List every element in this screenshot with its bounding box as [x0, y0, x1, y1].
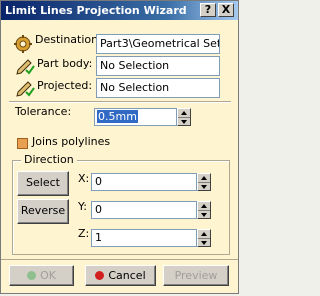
reverse-button[interactable]: Reverse	[17, 199, 69, 224]
spin-up-icon[interactable]	[198, 230, 210, 238]
destination-field[interactable]: Part3\Geometrical Set.1	[96, 34, 220, 54]
tolerance-input[interactable]: 0.5mm	[94, 108, 177, 126]
part-body-field[interactable]: No Selection	[96, 56, 220, 76]
cancel-button-label: Cancel	[108, 269, 146, 282]
part-body-pencil-icon	[15, 55, 35, 75]
tolerance-label: Tolerance:	[15, 105, 72, 118]
projected-label: Projected:	[37, 79, 93, 92]
projected-field[interactable]: No Selection	[96, 78, 220, 98]
projected-pencil-icon	[15, 77, 35, 97]
z-input[interactable]: 1	[91, 229, 197, 247]
close-button[interactable]: X	[218, 3, 234, 17]
joins-polylines-checkbox[interactable]	[17, 138, 28, 149]
x-input[interactable]: 0	[91, 173, 197, 191]
separator	[9, 101, 231, 103]
x-label: X:	[78, 172, 90, 185]
joins-polylines-label: Joins polylines	[32, 135, 111, 148]
tolerance-value: 0.5mm	[97, 110, 138, 123]
select-button[interactable]: Select	[17, 171, 69, 196]
help-button[interactable]: ?	[200, 3, 216, 17]
y-label: Y:	[78, 200, 87, 213]
x-spinner[interactable]	[197, 173, 211, 191]
ok-button[interactable]: OK	[9, 265, 74, 286]
spin-up-icon[interactable]	[198, 174, 210, 182]
tolerance-spinner[interactable]	[177, 108, 191, 126]
part-body-label: Part body:	[37, 57, 93, 70]
cancel-button[interactable]: Cancel	[85, 265, 156, 286]
spin-down-icon[interactable]	[178, 117, 190, 126]
ok-button-label: OK	[40, 269, 56, 282]
window-title: Limit Lines Projection Wizard	[5, 4, 187, 17]
spin-down-icon[interactable]	[198, 238, 210, 247]
destination-label: Destination:	[35, 33, 102, 46]
spin-up-icon[interactable]	[198, 202, 210, 210]
projection-wizard-dialog: Limit Lines Projection Wizard ? X Destin…	[0, 0, 239, 294]
spin-up-icon[interactable]	[178, 109, 190, 117]
cancel-led-icon	[95, 271, 105, 280]
footer-separator	[1, 259, 238, 260]
ok-led-icon	[27, 271, 37, 280]
spin-down-icon[interactable]	[198, 182, 210, 191]
y-spinner[interactable]	[197, 201, 211, 219]
preview-button[interactable]: Preview	[163, 265, 229, 286]
spin-down-icon[interactable]	[198, 210, 210, 219]
y-input[interactable]: 0	[91, 201, 197, 219]
direction-group-title: Direction	[21, 153, 77, 166]
z-spinner[interactable]	[197, 229, 211, 247]
gear-settings-icon	[13, 34, 33, 54]
z-label: Z:	[78, 227, 90, 240]
